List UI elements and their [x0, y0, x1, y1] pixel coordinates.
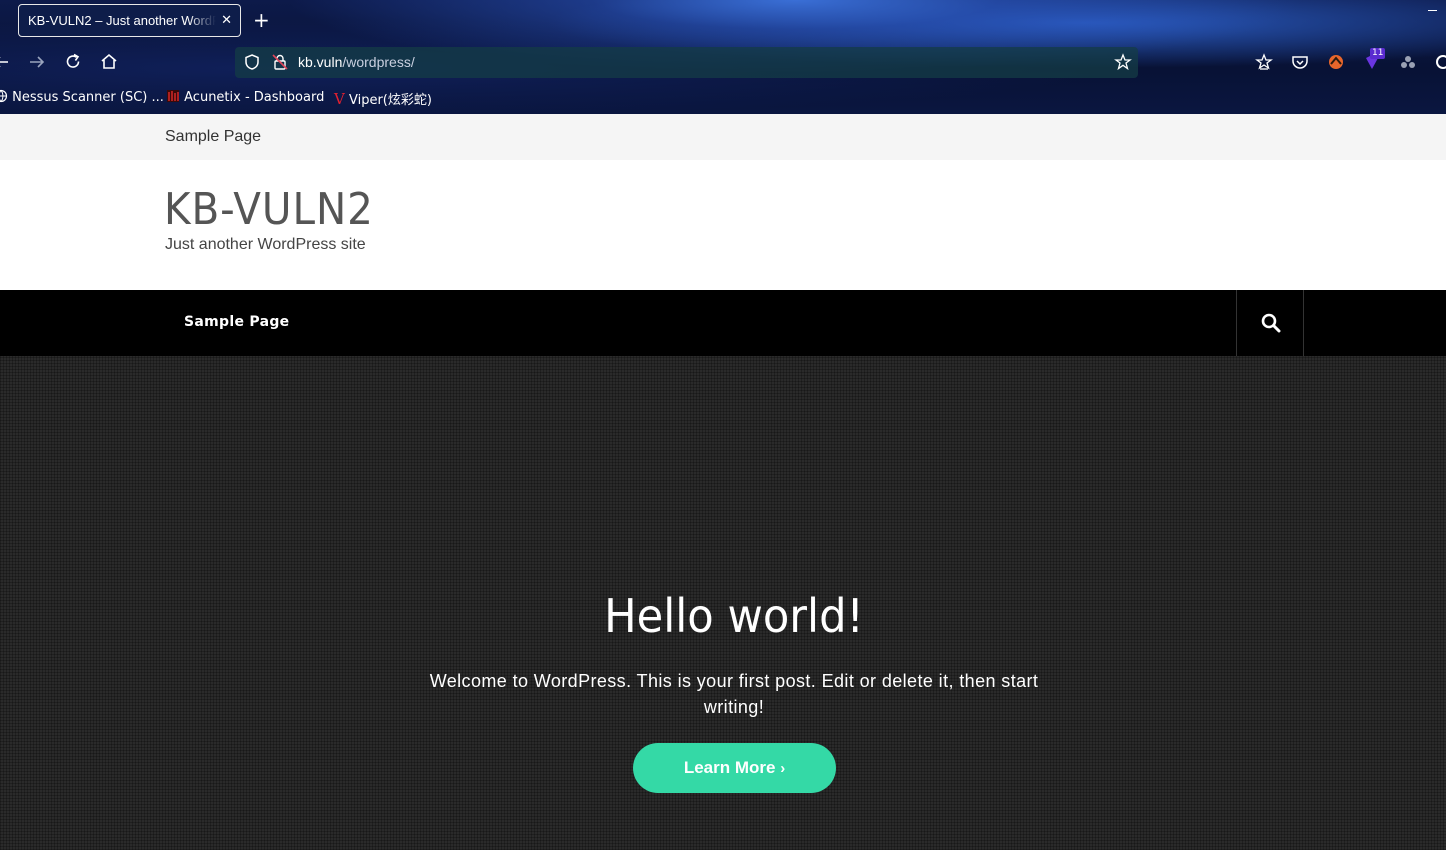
extension-badge: 11 [1370, 48, 1386, 59]
search-icon [1261, 313, 1281, 333]
url-path: /wordpress/ [342, 54, 415, 70]
main-navigation: Sample Page [0, 290, 1446, 356]
shield-icon[interactable] [243, 53, 261, 75]
reader-list-icon[interactable] [1254, 52, 1274, 76]
extension-puzzle-icon[interactable] [1398, 52, 1418, 76]
hero-section: Hello world! Welcome to WordPress. This … [0, 356, 1446, 850]
globe-icon [0, 89, 8, 103]
learn-more-button[interactable]: Learn More › [633, 743, 836, 793]
browser-tab-active[interactable]: KB-VULN2 – Just another WordPress site ✕ [18, 4, 241, 37]
url-host: kb.vuln [298, 54, 343, 70]
overflow-icon[interactable] [1434, 52, 1446, 76]
pocket-icon[interactable] [1290, 52, 1310, 76]
bookmark-nessus[interactable]: Nessus Scanner (SC) ... [0, 89, 164, 105]
nav-item-sample-page[interactable]: Sample Page [184, 290, 289, 354]
new-tab-button[interactable]: + [253, 8, 270, 32]
address-bar[interactable]: kb.vuln/wordpress/ [235, 47, 1138, 78]
home-icon[interactable] [99, 52, 119, 72]
minimize-window-button[interactable] [1428, 10, 1437, 11]
bookmark-label: Acunetix - Dashboard [184, 90, 325, 105]
tab-title: KB-VULN2 – Just another WordPress site [28, 13, 216, 28]
tab-close-icon[interactable]: ✕ [221, 5, 232, 36]
post-excerpt: Welcome to WordPress. This is your first… [429, 671, 1039, 717]
bookmark-label: Viper(炫彩蛇) [348, 93, 432, 108]
url-text[interactable]: kb.vuln/wordpress/ [298, 47, 415, 78]
chevron-right-icon: › [780, 760, 786, 777]
search-button[interactable] [1236, 290, 1304, 356]
bookmark-acunetix[interactable]: Acunetix - Dashboard [166, 89, 324, 105]
acunetix-icon [167, 90, 179, 102]
insecure-lock-icon[interactable] [271, 53, 289, 75]
top-menu-sample-page[interactable]: Sample Page [165, 114, 261, 160]
bookmarks-toolbar: Nessus Scanner (SC) ... Acunetix - Dashb… [0, 86, 1446, 110]
reload-icon[interactable] [63, 52, 83, 72]
learn-more-label: Learn More [683, 758, 776, 777]
site-title[interactable]: KB-VULN2 [164, 184, 374, 236]
viper-icon: V [334, 90, 345, 108]
site-tagline: Just another WordPress site [165, 236, 366, 253]
post-title[interactable]: Hello world! [44, 588, 1424, 644]
back-arrow-icon[interactable] [0, 52, 12, 72]
site-header: KB-VULN2 Just another WordPress site [0, 160, 1446, 290]
extension-fox-icon[interactable] [1326, 52, 1346, 76]
top-menu-bar: Sample Page [0, 114, 1446, 160]
bookmark-label: Nessus Scanner (SC) ... [12, 90, 164, 105]
bookmark-star-icon[interactable] [1114, 53, 1132, 75]
forward-arrow-icon[interactable] [27, 52, 47, 72]
browser-chrome: KB-VULN2 – Just another WordPress site ✕… [0, 0, 1446, 114]
bookmark-viper[interactable]: V Viper(炫彩蛇) [334, 89, 432, 108]
